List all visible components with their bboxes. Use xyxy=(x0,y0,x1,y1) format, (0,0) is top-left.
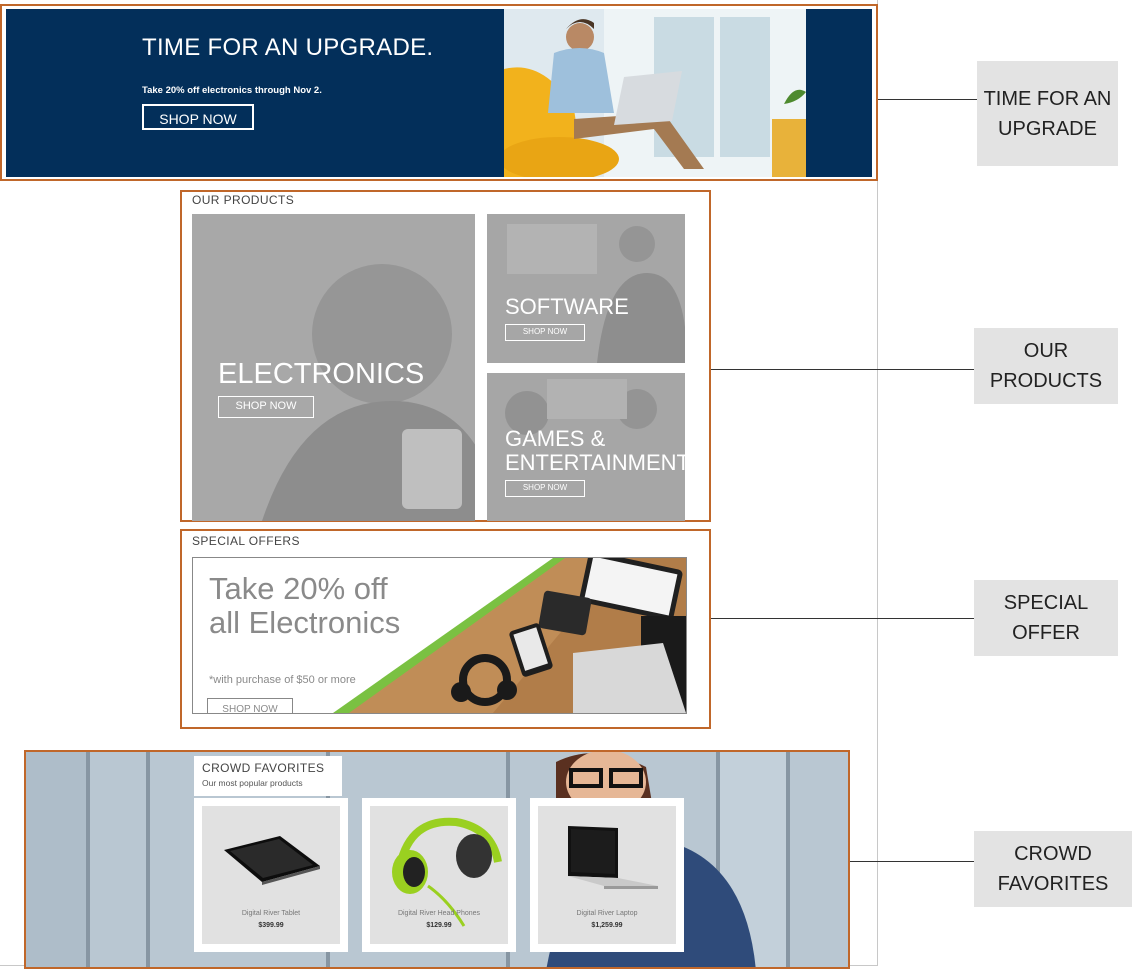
games-entertainment-tile[interactable]: GAMES & ENTERTAINMENT SHOP NOW xyxy=(487,373,685,521)
games-entertainment-label: GAMES & ENTERTAINMENT xyxy=(505,426,685,475)
product-name: Digital River Laptop xyxy=(576,910,638,917)
product-card-laptop[interactable]: Digital River Laptop $1,259.99 xyxy=(530,798,684,952)
special-offers-title: SPECIAL OFFERS xyxy=(192,534,300,548)
crowd-favorites-title: CROWD FAVORITES xyxy=(202,761,325,775)
software-tile[interactable]: SOFTWARE SHOP NOW xyxy=(487,214,685,363)
games-shop-now-button[interactable]: SHOP NOW xyxy=(505,480,585,497)
electronics-shop-now-button[interactable]: SHOP NOW xyxy=(218,396,314,418)
product-card-headphones[interactable]: Digital River Head Phones $129.99 xyxy=(362,798,516,952)
hero-background: TIME FOR AN UPGRADE. Take 20% off electr… xyxy=(6,9,872,177)
product-price: $399.99 xyxy=(258,922,284,929)
product-card-tablet[interactable]: Digital River Tablet $399.99 xyxy=(194,798,348,952)
software-shop-now-button[interactable]: SHOP NOW xyxy=(505,324,585,341)
product-price: $129.99 xyxy=(426,922,452,929)
special-offer-banner[interactable]: Take 20% off all Electronics *with purch… xyxy=(192,557,687,714)
product-price: $1,259.99 xyxy=(591,922,623,929)
special-connector-line xyxy=(711,618,974,619)
crowd-favorites-section: CROWD FAVORITES Our most popular product… xyxy=(24,750,850,969)
hero-banner: TIME FOR AN UPGRADE. Take 20% off electr… xyxy=(0,4,878,181)
special-offer-note: *with purchase of $50 or more xyxy=(209,674,356,686)
callout-crowd: CROWD FAVORITES xyxy=(974,831,1132,907)
crowd-favorites-header: CROWD FAVORITES Our most popular product… xyxy=(194,756,342,796)
hero-title: TIME FOR AN UPGRADE. xyxy=(142,34,434,61)
electronics-label: ELECTRONICS xyxy=(218,358,425,390)
hero-subtitle: Take 20% off electronics through Nov 2. xyxy=(142,85,322,96)
software-label: SOFTWARE xyxy=(505,294,629,319)
callout-products: OUR PRODUCTS xyxy=(974,328,1118,404)
crowd-connector-line xyxy=(850,861,974,862)
special-offer-shop-now-button[interactable]: SHOP NOW xyxy=(207,698,293,713)
products-connector-line xyxy=(711,369,974,370)
callout-hero: TIME FOR AN UPGRADE xyxy=(977,61,1118,166)
product-name: Digital River Tablet xyxy=(241,910,301,917)
products-section-title: OUR PRODUCTS xyxy=(192,193,295,207)
electronics-tile[interactable]: ELECTRONICS SHOP NOW xyxy=(192,214,475,521)
hero-connector-line xyxy=(878,99,977,100)
special-offers-section: SPECIAL OFFERS Take 20% off all Electron… xyxy=(180,529,711,729)
callout-special: SPECIAL OFFER xyxy=(974,580,1118,656)
crowd-favorites-subtitle: Our most popular products xyxy=(202,778,303,788)
hero-shop-now-button[interactable]: SHOP NOW xyxy=(142,104,254,130)
products-section: OUR PRODUCTS ELECTRONICS SHOP NOW SOFTWA… xyxy=(180,190,711,522)
product-name: Digital River Head Phones xyxy=(397,910,481,917)
hero-photo xyxy=(504,9,806,177)
special-offer-headline: Take 20% off all Electronics xyxy=(209,571,401,640)
